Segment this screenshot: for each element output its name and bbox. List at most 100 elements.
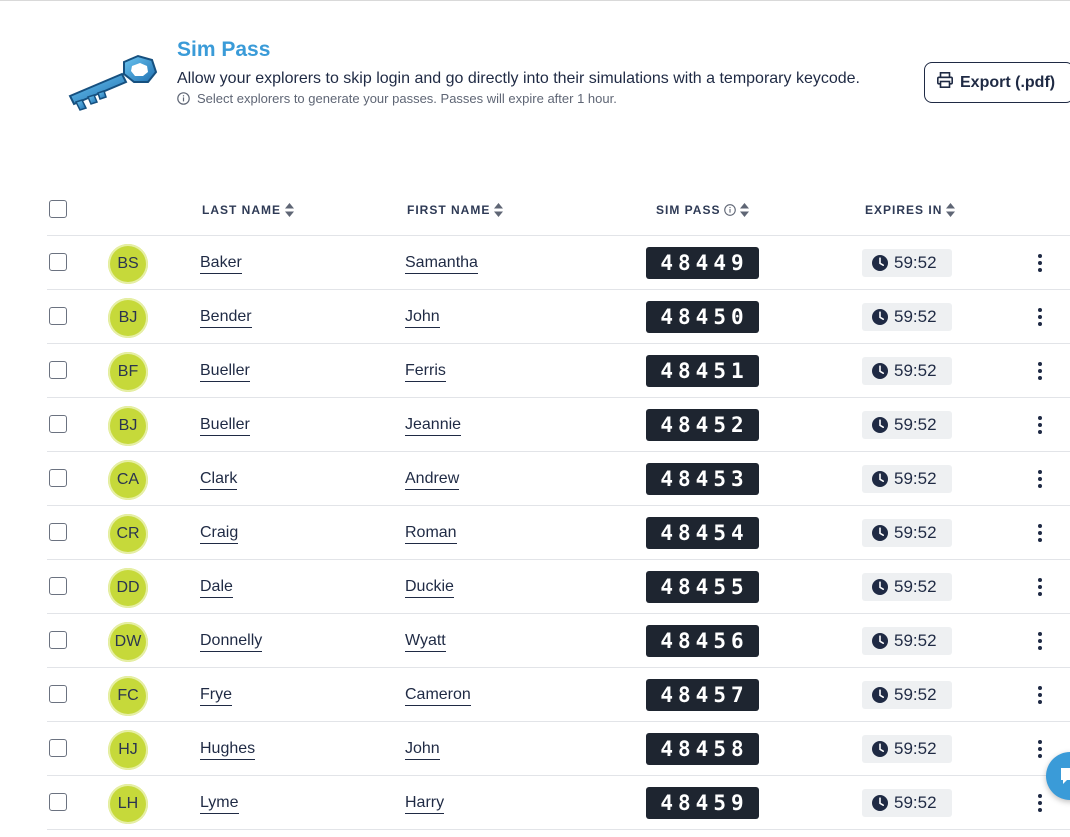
last-name-link[interactable]: Donnelly xyxy=(200,632,263,652)
row-checkbox[interactable] xyxy=(49,253,67,271)
clock-icon xyxy=(872,255,888,271)
sim-pass-code: 48449 xyxy=(646,247,759,279)
avatar: FC xyxy=(108,676,148,716)
first-name-link[interactable]: Jeannie xyxy=(405,416,462,436)
row-checkbox[interactable] xyxy=(49,577,67,595)
table-row: LH Lyme Harry 48459 59:52 xyxy=(47,776,1070,830)
expires-time: 59:52 xyxy=(894,361,937,380)
column-label: SIM PASS xyxy=(656,203,721,217)
more-options-icon[interactable] xyxy=(1032,252,1048,274)
expires-time: 59:52 xyxy=(894,253,937,272)
more-options-icon[interactable] xyxy=(1032,738,1048,760)
expires-badge: 59:52 xyxy=(862,735,952,763)
more-options-icon[interactable] xyxy=(1032,522,1048,544)
last-name-link[interactable]: Bender xyxy=(200,308,252,328)
row-checkbox[interactable] xyxy=(49,415,67,433)
row-checkbox[interactable] xyxy=(49,523,67,541)
last-name-link[interactable]: Clark xyxy=(200,470,238,490)
clock-icon xyxy=(872,525,888,541)
avatar-initials: CA xyxy=(116,471,140,488)
last-name-link[interactable]: Dale xyxy=(200,578,233,598)
table-row: BS Baker Samantha 48449 59:52 xyxy=(47,236,1070,290)
avatar: CR xyxy=(108,514,148,554)
last-name-link[interactable]: Craig xyxy=(200,524,239,544)
page-title: Sim Pass xyxy=(177,38,271,61)
row-checkbox[interactable] xyxy=(49,469,67,487)
last-name-link[interactable]: Bueller xyxy=(200,362,250,382)
last-name-link[interactable]: Frye xyxy=(200,686,232,706)
info-icon[interactable] xyxy=(724,204,737,216)
row-checkbox[interactable] xyxy=(49,631,67,649)
avatar: BJ xyxy=(108,406,148,446)
column-header-sim-pass[interactable]: SIM PASS xyxy=(656,203,750,217)
key-icon xyxy=(62,52,160,112)
avatar-initials: LH xyxy=(117,795,139,812)
first-name-link[interactable]: Harry xyxy=(405,794,445,814)
sim-pass-code: 48451 xyxy=(646,355,759,387)
more-options-icon[interactable] xyxy=(1032,360,1048,382)
first-name-link[interactable]: Roman xyxy=(405,524,457,544)
expires-time: 59:52 xyxy=(894,523,937,542)
more-options-icon[interactable] xyxy=(1032,306,1048,328)
more-options-icon[interactable] xyxy=(1032,468,1048,490)
first-name-link[interactable]: Duckie xyxy=(405,578,454,598)
more-options-icon[interactable] xyxy=(1032,414,1048,436)
printer-icon xyxy=(936,71,954,94)
hint-row: Select explorers to generate your passes… xyxy=(177,91,617,106)
sim-pass-code: 48452 xyxy=(646,409,759,441)
first-name-link[interactable]: Wyatt xyxy=(405,632,446,652)
clock-icon xyxy=(872,363,888,379)
column-header-last-name[interactable]: LAST NAME xyxy=(202,203,294,217)
column-label: FIRST NAME xyxy=(407,203,491,217)
last-name-link[interactable]: Hughes xyxy=(200,740,256,760)
first-name-link[interactable]: Samantha xyxy=(405,254,478,274)
avatar-initials: CR xyxy=(116,525,140,542)
expires-badge: 59:52 xyxy=(862,573,952,601)
first-name-link[interactable]: John xyxy=(405,740,440,760)
sort-icon xyxy=(494,203,504,217)
first-name-link[interactable]: Andrew xyxy=(405,470,460,490)
avatar-initials: BJ xyxy=(118,309,138,326)
export-pdf-button[interactable]: Export (.pdf) xyxy=(924,62,1070,103)
expires-badge: 59:52 xyxy=(862,357,952,385)
avatar: BS xyxy=(108,244,148,284)
last-name-link[interactable]: Bueller xyxy=(200,416,250,436)
column-header-expires-in[interactable]: EXPIRES IN xyxy=(865,203,956,217)
more-options-icon[interactable] xyxy=(1032,684,1048,706)
avatar: BF xyxy=(108,352,148,392)
chat-icon xyxy=(1061,768,1070,784)
avatar-initials: DD xyxy=(116,579,140,596)
more-options-icon[interactable] xyxy=(1032,576,1048,598)
column-header-first-name[interactable]: FIRST NAME xyxy=(407,203,504,217)
sim-pass-code: 48457 xyxy=(646,679,759,711)
last-name-link[interactable]: Lyme xyxy=(200,794,239,814)
more-options-icon[interactable] xyxy=(1032,792,1048,814)
expires-badge: 59:52 xyxy=(862,411,952,439)
table-row: BJ Bueller Jeannie 48452 59:52 xyxy=(47,398,1070,452)
last-name-link[interactable]: Baker xyxy=(200,254,242,274)
first-name-link[interactable]: Ferris xyxy=(405,362,446,382)
expires-time: 59:52 xyxy=(894,577,937,596)
clock-icon xyxy=(872,633,888,649)
row-checkbox[interactable] xyxy=(49,361,67,379)
clock-icon xyxy=(872,795,888,811)
row-checkbox[interactable] xyxy=(49,739,67,757)
expires-time: 59:52 xyxy=(894,469,937,488)
row-checkbox[interactable] xyxy=(49,793,67,811)
clock-icon xyxy=(872,687,888,703)
select-all-checkbox[interactable] xyxy=(49,200,67,218)
row-checkbox[interactable] xyxy=(49,307,67,325)
table-row: BF Bueller Ferris 48451 59:52 xyxy=(47,344,1070,398)
row-checkbox[interactable] xyxy=(49,685,67,703)
top-divider xyxy=(0,0,1070,1)
avatar: CA xyxy=(108,460,148,500)
expires-time: 59:52 xyxy=(894,307,937,326)
avatar: DD xyxy=(108,568,148,608)
more-options-icon[interactable] xyxy=(1032,630,1048,652)
avatar-initials: FC xyxy=(117,687,139,704)
expires-time: 59:52 xyxy=(894,685,937,704)
avatar-initials: HJ xyxy=(118,741,138,758)
first-name-link[interactable]: Cameron xyxy=(405,686,471,706)
first-name-link[interactable]: John xyxy=(405,308,440,328)
sim-pass-code: 48458 xyxy=(646,733,759,765)
